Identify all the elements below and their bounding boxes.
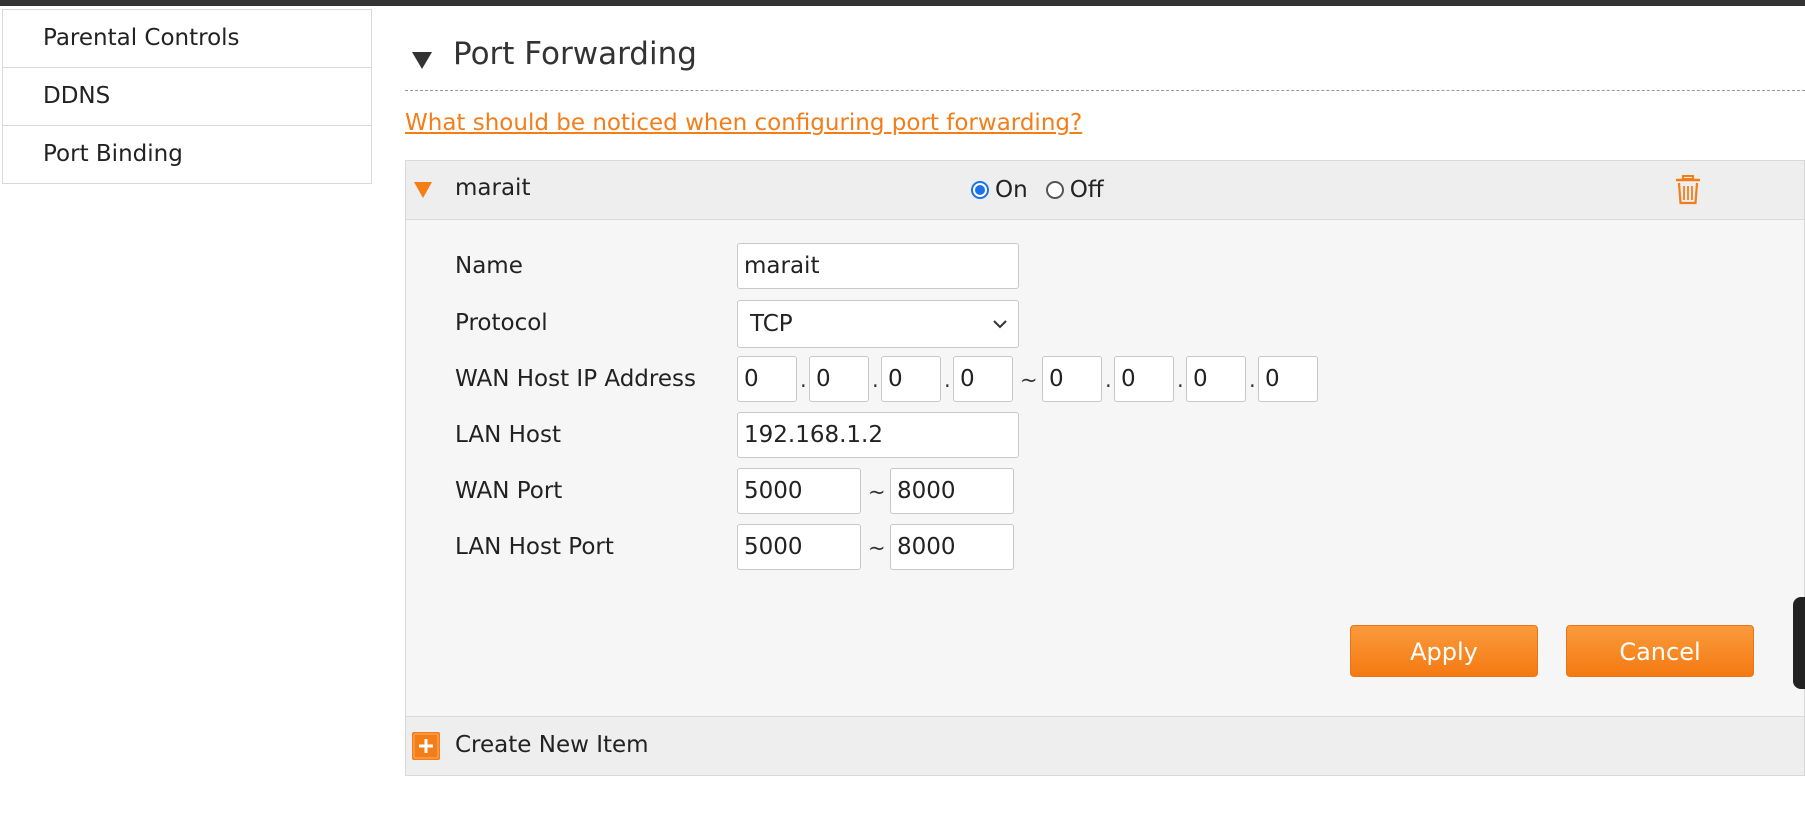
radio-unchecked-icon[interactable] (1045, 181, 1064, 199)
create-new-item-label: Create New Item (455, 732, 649, 758)
status-on-label: On (995, 177, 1028, 203)
status-off-label: Off (1069, 177, 1104, 203)
sidebar-item-label: DDNS (43, 83, 111, 109)
wan-ip-end-octet-1[interactable] (1042, 356, 1102, 402)
port-forwarding-rule-panel: marait On Off Name Protocol TC (405, 160, 1805, 776)
lan-host-row: LAN Host (406, 412, 1804, 462)
lan-host-port-row: LAN Host Port ~ (406, 524, 1804, 574)
trash-icon[interactable] (1674, 175, 1702, 205)
name-label: Name (455, 253, 523, 279)
sidebar-item-label: Parental Controls (43, 25, 240, 51)
wan-ip-start-octet-3[interactable] (881, 356, 941, 402)
sidebar-item-parental-controls[interactable]: Parental Controls (3, 10, 371, 68)
status-off-radio[interactable]: Off (1045, 177, 1104, 203)
rule-status-radio-group: On Off (971, 177, 1122, 203)
rule-name: marait (455, 175, 531, 201)
wan-ip-start-octet-1[interactable] (737, 356, 797, 402)
chevron-down-icon (993, 320, 1007, 329)
port-range-separator: ~ (868, 480, 886, 504)
name-row: Name (406, 243, 1804, 293)
wan-ip-end-octet-2[interactable] (1114, 356, 1174, 402)
protocol-selected-value: TCP (750, 311, 793, 337)
wan-port-label: WAN Port (455, 478, 563, 504)
lan-port-end-input[interactable] (890, 524, 1014, 570)
port-forwarding-help-link[interactable]: What should be noticed when configuring … (405, 110, 1082, 136)
port-range-separator: ~ (868, 536, 886, 560)
create-new-item-row[interactable]: Create New Item (406, 716, 1804, 775)
apply-button[interactable]: Apply (1350, 625, 1538, 677)
protocol-label: Protocol (455, 310, 548, 336)
sidebar-item-port-binding[interactable]: Port Binding (3, 126, 371, 183)
top-bar (0, 0, 1805, 6)
name-input[interactable] (737, 243, 1019, 289)
ip-range-separator: ~ (1020, 368, 1038, 392)
wan-ip-start-octet-2[interactable] (809, 356, 869, 402)
ip-dot-separator: . (1105, 368, 1112, 392)
sidebar-item-label: Port Binding (43, 141, 183, 167)
lan-host-input[interactable] (737, 412, 1019, 458)
sidebar-item-ddns[interactable]: DDNS (3, 68, 371, 126)
protocol-select[interactable]: TCP (737, 300, 1019, 348)
rule-header[interactable]: marait On Off (406, 161, 1804, 220)
cancel-button[interactable]: Cancel (1566, 625, 1754, 677)
sidebar-menu: Parental Controls DDNS Port Binding (2, 9, 372, 184)
lan-host-port-label: LAN Host Port (455, 534, 614, 560)
wan-host-ip-label: WAN Host IP Address (455, 366, 696, 392)
wan-port-row: WAN Port ~ (406, 468, 1804, 518)
page-title: Port Forwarding (453, 36, 697, 72)
radio-checked-icon[interactable] (971, 181, 989, 199)
wan-host-ip-row: WAN Host IP Address . . . ~ . . . (406, 356, 1804, 406)
orange-triangle-down-icon[interactable] (414, 182, 432, 198)
ip-dot-separator: . (1177, 368, 1184, 392)
ip-dot-separator: . (944, 368, 951, 392)
wan-ip-end-octet-4[interactable] (1258, 356, 1318, 402)
ip-dot-separator: . (1249, 368, 1256, 392)
ip-dot-separator: . (800, 368, 807, 392)
wan-ip-start-octet-4[interactable] (953, 356, 1013, 402)
wan-port-end-input[interactable] (890, 468, 1014, 514)
scrollbar-handle[interactable] (1793, 597, 1805, 689)
ip-dot-separator: . (872, 368, 879, 392)
plus-icon[interactable] (412, 732, 440, 760)
section-header: Port Forwarding (405, 34, 1805, 91)
wan-ip-end-octet-3[interactable] (1186, 356, 1246, 402)
lan-host-label: LAN Host (455, 422, 561, 448)
protocol-row: Protocol TCP (406, 300, 1804, 350)
wan-port-start-input[interactable] (737, 468, 861, 514)
lan-port-start-input[interactable] (737, 524, 861, 570)
triangle-down-icon[interactable] (412, 52, 432, 69)
status-on-radio[interactable]: On (971, 177, 1028, 203)
